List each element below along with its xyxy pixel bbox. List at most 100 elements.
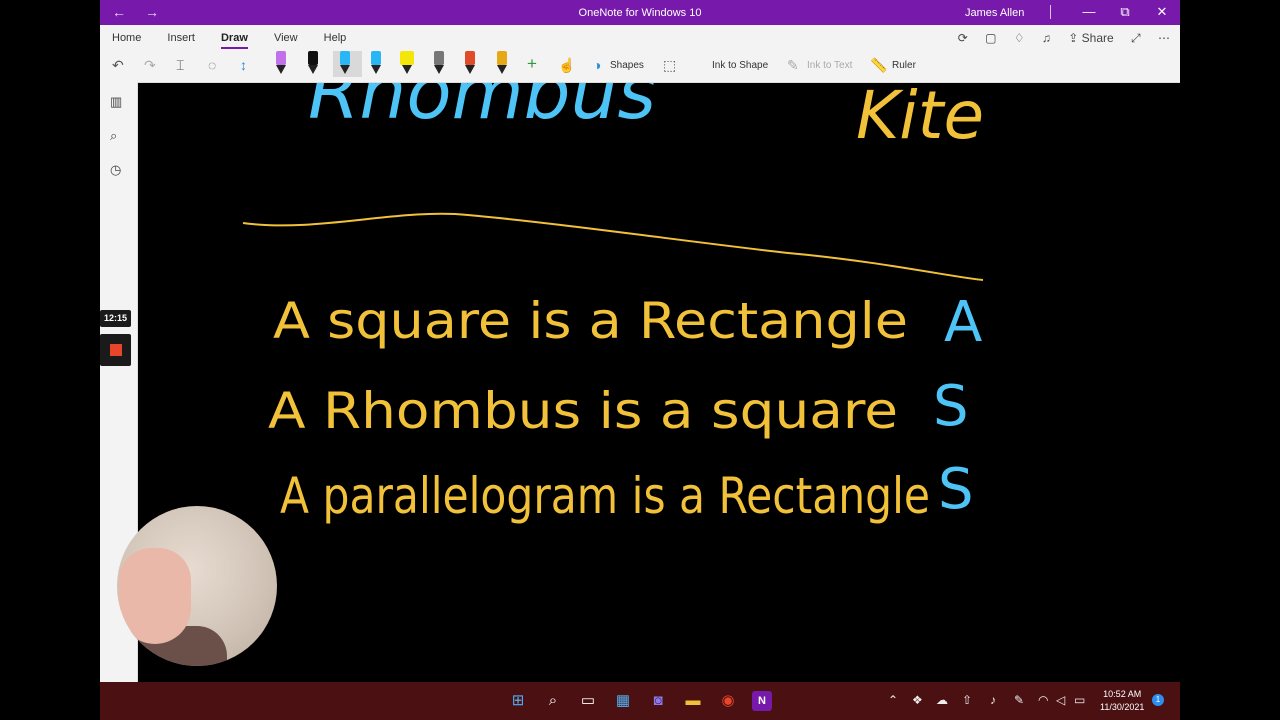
close-button[interactable]: ✕ [1152, 4, 1172, 20]
pen-tip-icon [276, 65, 286, 74]
pen-light-blue[interactable] [369, 51, 383, 77]
pen-color-icon [308, 51, 318, 65]
ink-statement-2: A Rhombus is a square [268, 382, 898, 440]
ribbon: Home Insert Draw View Help ⟳ ▢ ♢ ♫ ⇪ Sha… [100, 25, 1180, 83]
windows-taskbar: ⊞ ⌕ ▭ ▦ ◙ ▬ ◉ N ⌃ ❖ ☁ ⇧ ♪ ✎ ◠ ◁ ▭ 10:52 … [100, 682, 1180, 720]
pen-tip-icon [308, 65, 318, 74]
dropbox-icon[interactable]: ❖ [912, 693, 923, 707]
battery-icon[interactable]: ▭ [1074, 693, 1085, 707]
webcam-overlay [117, 506, 277, 666]
share-label: Share [1081, 31, 1114, 45]
ribbon-top-actions: ⟳ ▢ ♢ ♫ ⇪ Share ⤢ ⋯ [944, 31, 1170, 46]
ink-statement-3: A parallelogram is a Rectangle [280, 467, 930, 525]
redo-icon[interactable]: ↷ [144, 57, 156, 74]
widgets-icon[interactable]: ▦ [613, 691, 633, 711]
shapes-icon[interactable]: ◑ [593, 57, 601, 73]
sync-icon[interactable]: ⟳ [958, 31, 968, 45]
insert-space-icon[interactable]: ↕ [240, 57, 247, 73]
taskbar-clock[interactable]: 10:52 AM 11/30/2021 [1100, 688, 1144, 714]
tray-overflow-icon[interactable]: ⌃ [888, 693, 898, 707]
pen-black[interactable] [306, 51, 320, 77]
ink-heading-kite: Kite [856, 83, 984, 154]
stop-recording-button[interactable] [100, 334, 131, 366]
user-name[interactable]: James Allen [965, 7, 1024, 19]
share-icon: ⇪ [1068, 31, 1079, 45]
pen-tip-icon [434, 65, 444, 74]
recording-timer: 12:15 [100, 310, 131, 327]
lightbulb-icon[interactable]: ♢ [1014, 31, 1025, 45]
expand-icon[interactable]: ⤢ [1131, 31, 1141, 46]
pen-red[interactable] [463, 51, 477, 77]
notification-badge[interactable]: 1 [1152, 694, 1164, 706]
highlighter-yellow[interactable] [400, 51, 414, 77]
onedrive-icon[interactable]: ☁ [936, 693, 948, 707]
ink-answer-3: S [938, 457, 974, 522]
volume-icon[interactable]: ◁ [1056, 693, 1065, 707]
lasso-select-icon[interactable]: ◌ [208, 57, 216, 73]
tab-insert[interactable]: Insert [167, 32, 195, 44]
ink-heading-rhombus: Rhombus [308, 83, 656, 136]
file-explorer-icon[interactable]: ▬ [683, 691, 703, 711]
search-icon[interactable]: ⌕ [110, 128, 117, 144]
pen-color-icon [371, 51, 381, 65]
ink-divider-line [242, 212, 984, 281]
share-button[interactable]: ⇪ Share [1068, 31, 1113, 45]
ink-answer-2: S [933, 374, 969, 439]
teams-chat-icon[interactable]: ◙ [648, 691, 668, 711]
tab-view[interactable]: View [274, 32, 298, 44]
tab-draw[interactable]: Draw [220, 32, 248, 49]
webcam-face [119, 548, 191, 644]
wifi-icon[interactable]: ◠ [1038, 693, 1048, 707]
clock-date: 11/30/2021 [1100, 702, 1145, 712]
minimize-button[interactable]: — [1079, 4, 1099, 19]
upload-icon[interactable]: ⇧ [962, 693, 972, 707]
pen-color-icon [276, 51, 286, 65]
pen-tip-icon [465, 65, 475, 74]
draw-toolbar: ↶ ↷ ⌶ ◌ ↕ + ☝ ◑ Shapes ⬚ Ink to Shape ✎ … [110, 51, 1170, 79]
title-separator [1050, 5, 1051, 19]
pen-gold[interactable] [495, 51, 509, 77]
shapes-button[interactable]: Shapes [610, 60, 644, 71]
pen-tip-icon [497, 65, 507, 74]
more-icon[interactable]: ⋯ [1158, 31, 1170, 45]
onenote-taskbar-icon[interactable]: N [752, 691, 772, 711]
ink-statement-1: A square is a Rectangle [273, 292, 908, 350]
tab-help[interactable]: Help [324, 32, 347, 44]
pen-color-icon [434, 51, 444, 65]
maximize-button[interactable]: ⧉ [1115, 4, 1135, 20]
ink-to-text-button[interactable]: Ink to Text [807, 60, 852, 71]
undo-icon[interactable]: ↶ [112, 57, 124, 74]
start-icon[interactable]: ⊞ [508, 691, 528, 711]
pen-menu-icon[interactable]: ✎ [1014, 693, 1024, 707]
microphone-icon[interactable]: ♪ [990, 693, 996, 707]
task-view-icon[interactable]: ▭ [578, 691, 598, 711]
ribbon-tabs: Home Insert Draw View Help [112, 32, 369, 49]
pen-blue-selected[interactable] [333, 51, 362, 77]
ink-canvas[interactable]: Rhombus Kite A square is a Rectangle A R… [138, 83, 1180, 682]
clock-time: 10:52 AM [1103, 689, 1142, 699]
tab-home[interactable]: Home [112, 32, 141, 44]
notebooks-icon[interactable]: ▥ [110, 94, 122, 110]
ink-to-shape-button[interactable]: Ink to Shape [712, 60, 768, 71]
recent-icon[interactable]: ◷ [110, 162, 121, 178]
touch-draw-icon[interactable]: ☝ [558, 57, 575, 74]
search-taskbar-icon[interactable]: ⌕ [543, 691, 563, 711]
ink-to-text-icon[interactable]: ✎ [787, 57, 799, 74]
page-icon[interactable]: ▢ [985, 31, 996, 45]
pen-tip-icon [340, 65, 350, 74]
ink-to-shape-icon[interactable]: ⬚ [663, 57, 676, 74]
add-pen-icon[interactable]: + [527, 54, 537, 74]
bell-icon[interactable]: ♫ [1042, 31, 1051, 45]
pen-tip-icon [402, 65, 412, 74]
chrome-icon[interactable]: ◉ [718, 691, 738, 711]
title-bar: ← → OneNote for Windows 10 James Allen —… [100, 0, 1180, 25]
type-select-icon[interactable]: ⌶ [176, 57, 184, 74]
pen-color-icon [400, 51, 414, 65]
pen-color-icon [465, 51, 475, 65]
pen-tip-icon [371, 65, 381, 74]
ruler-icon[interactable]: 📏 [870, 57, 887, 74]
pen-purple[interactable] [274, 51, 288, 77]
ruler-button[interactable]: Ruler [892, 60, 916, 71]
pen-gray[interactable] [432, 51, 446, 77]
ink-answer-1: A [944, 290, 982, 355]
